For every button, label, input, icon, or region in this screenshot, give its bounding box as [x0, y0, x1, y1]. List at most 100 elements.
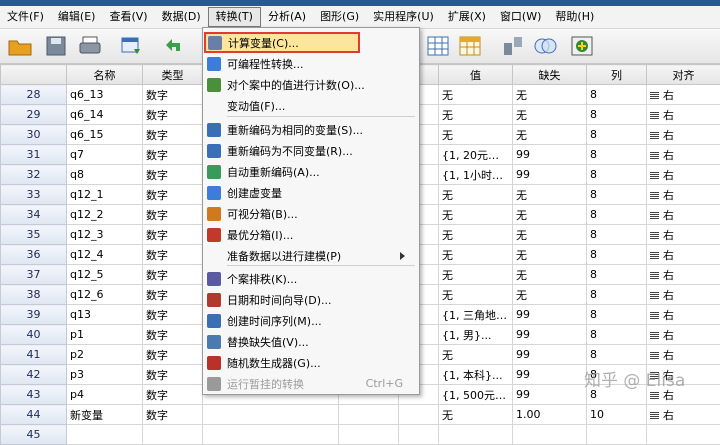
cell-align[interactable]: 右 — [647, 325, 720, 345]
cell-align[interactable]: 右 — [647, 405, 720, 425]
cell-name[interactable]: p2 — [67, 345, 143, 365]
cell-align[interactable] — [647, 425, 720, 445]
menu-view[interactable]: 查看(V) — [102, 7, 154, 27]
row-number[interactable]: 37 — [1, 265, 67, 285]
menu-edit[interactable]: 编辑(E) — [51, 7, 103, 27]
cell-align[interactable]: 右 — [647, 245, 720, 265]
cell-align[interactable]: 右 — [647, 305, 720, 325]
cell-columns[interactable]: 8 — [587, 125, 647, 145]
cell-columns[interactable]: 8 — [587, 265, 647, 285]
print-icon[interactable] — [76, 33, 104, 59]
cell-values[interactable]: 无 — [439, 105, 513, 125]
header-type[interactable]: 类型 — [143, 65, 203, 85]
cell-columns[interactable]: 8 — [587, 305, 647, 325]
value-labels-icon[interactable] — [532, 33, 560, 59]
cell-values[interactable]: 无 — [439, 125, 513, 145]
cell-values[interactable]: {1, 本科}... — [439, 365, 513, 385]
menu-item-replace-missing-values[interactable]: 替换缺失值(V)... — [203, 331, 419, 352]
cell-name[interactable]: q6_15 — [67, 125, 143, 145]
cell-type[interactable]: 数字 — [143, 305, 203, 325]
cell-columns[interactable]: 8 — [587, 165, 647, 185]
cell-missing[interactable]: 无 — [513, 185, 587, 205]
cell-name[interactable] — [67, 425, 143, 445]
cell-name[interactable]: q6_13 — [67, 85, 143, 105]
cell-values[interactable]: {1, 20元以下... — [439, 145, 513, 165]
cell-align[interactable]: 右 — [647, 85, 720, 105]
menu-item-run-pending-transforms[interactable]: 运行暂挂的转换Ctrl+G — [203, 373, 419, 394]
cell-name[interactable]: q8 — [67, 165, 143, 185]
menu-utilities[interactable]: 实用程序(U) — [366, 7, 441, 27]
cell-missing[interactable]: 99 — [513, 145, 587, 165]
cell-align[interactable]: 右 — [647, 225, 720, 245]
row-number[interactable]: 30 — [1, 125, 67, 145]
row-number[interactable]: 45 — [1, 425, 67, 445]
cell-values[interactable]: {1, 三角地}... — [439, 305, 513, 325]
cell-values[interactable]: 无 — [439, 265, 513, 285]
undo-icon[interactable] — [160, 33, 188, 59]
cell-columns[interactable]: 8 — [587, 285, 647, 305]
cell-name[interactable]: q6_14 — [67, 105, 143, 125]
cell-type[interactable]: 数字 — [143, 145, 203, 165]
cell-name[interactable]: q12_5 — [67, 265, 143, 285]
menu-item-date-time-wizard[interactable]: 日期和时间向导(D)... — [203, 289, 419, 310]
cell-type[interactable]: 数字 — [143, 85, 203, 105]
cell-name[interactable]: q12_6 — [67, 285, 143, 305]
cell-columns[interactable]: 8 — [587, 345, 647, 365]
cell-values[interactable]: 无 — [439, 285, 513, 305]
cell-type[interactable]: 数字 — [143, 205, 203, 225]
row-number[interactable]: 28 — [1, 85, 67, 105]
cell-columns[interactable]: 10 — [587, 405, 647, 425]
cell-type[interactable]: 数字 — [143, 245, 203, 265]
cell-type[interactable]: 数字 — [143, 165, 203, 185]
row-number[interactable]: 42 — [1, 365, 67, 385]
header-missing[interactable]: 缺失 — [513, 65, 587, 85]
cell-values[interactable]: 无 — [439, 185, 513, 205]
cell-missing[interactable]: 无 — [513, 225, 587, 245]
row-number[interactable]: 41 — [1, 345, 67, 365]
menu-item-rank-cases[interactable]: 个案排秩(K)... — [203, 268, 419, 289]
menu-item-create-dummy-variables[interactable]: 创建虚变量 — [203, 182, 419, 203]
menu-item-random-number-generators[interactable]: 随机数生成器(G)... — [203, 352, 419, 373]
cell-type[interactable]: 数字 — [143, 285, 203, 305]
menu-item-create-time-series[interactable]: 创建时间序列(M)... — [203, 310, 419, 331]
cell-name[interactable]: q12_3 — [67, 225, 143, 245]
row-number[interactable]: 33 — [1, 185, 67, 205]
cell-type[interactable]: 数字 — [143, 345, 203, 365]
cell-columns[interactable]: 8 — [587, 325, 647, 345]
cell-align[interactable]: 右 — [647, 265, 720, 285]
header-values[interactable]: 值 — [439, 65, 513, 85]
cell-missing[interactable]: 99 — [513, 305, 587, 325]
row-number[interactable]: 32 — [1, 165, 67, 185]
cell-missing[interactable]: 99 — [513, 325, 587, 345]
row-number[interactable]: 38 — [1, 285, 67, 305]
row-number[interactable]: 40 — [1, 325, 67, 345]
cell-columns[interactable] — [587, 425, 647, 445]
cell-columns[interactable]: 8 — [587, 205, 647, 225]
row-number[interactable]: 44 — [1, 405, 67, 425]
cell-name[interactable]: q12_1 — [67, 185, 143, 205]
menu-data[interactable]: 数据(D) — [155, 7, 208, 27]
open-folder-icon[interactable] — [6, 33, 34, 59]
header-align[interactable]: 对齐 — [647, 65, 720, 85]
menu-item-recode-same[interactable]: 重新编码为相同的变量(S)... — [203, 119, 419, 140]
menu-item-recode-different[interactable]: 重新编码为不同变量(R)... — [203, 140, 419, 161]
cell-values[interactable]: 无 — [439, 345, 513, 365]
menu-graphs[interactable]: 图形(G) — [313, 7, 366, 27]
row-number[interactable]: 35 — [1, 225, 67, 245]
cell-name[interactable]: q13 — [67, 305, 143, 325]
cell-values[interactable]: 无 — [439, 205, 513, 225]
cell-name[interactable]: 新变量 — [67, 405, 143, 425]
cell-missing[interactable]: 99 — [513, 365, 587, 385]
cell-missing[interactable]: 1.00 — [513, 405, 587, 425]
cell-missing[interactable]: 无 — [513, 85, 587, 105]
menu-item-compute-variable[interactable]: 计算变量(C)... — [204, 32, 360, 53]
cell-values[interactable] — [439, 425, 513, 445]
menu-item-prepare-data-for-modeling[interactable]: 准备数据以进行建模(P) — [203, 245, 419, 266]
cell-missing[interactable] — [513, 425, 587, 445]
menu-window[interactable]: 窗口(W) — [493, 7, 548, 27]
cell-type[interactable]: 数字 — [143, 105, 203, 125]
menu-item-visual-binning[interactable]: 可视分箱(B)... — [203, 203, 419, 224]
row-number[interactable]: 34 — [1, 205, 67, 225]
split-file-icon[interactable] — [500, 33, 528, 59]
menu-item-shift-values[interactable]: 变动值(F)... — [203, 95, 419, 116]
